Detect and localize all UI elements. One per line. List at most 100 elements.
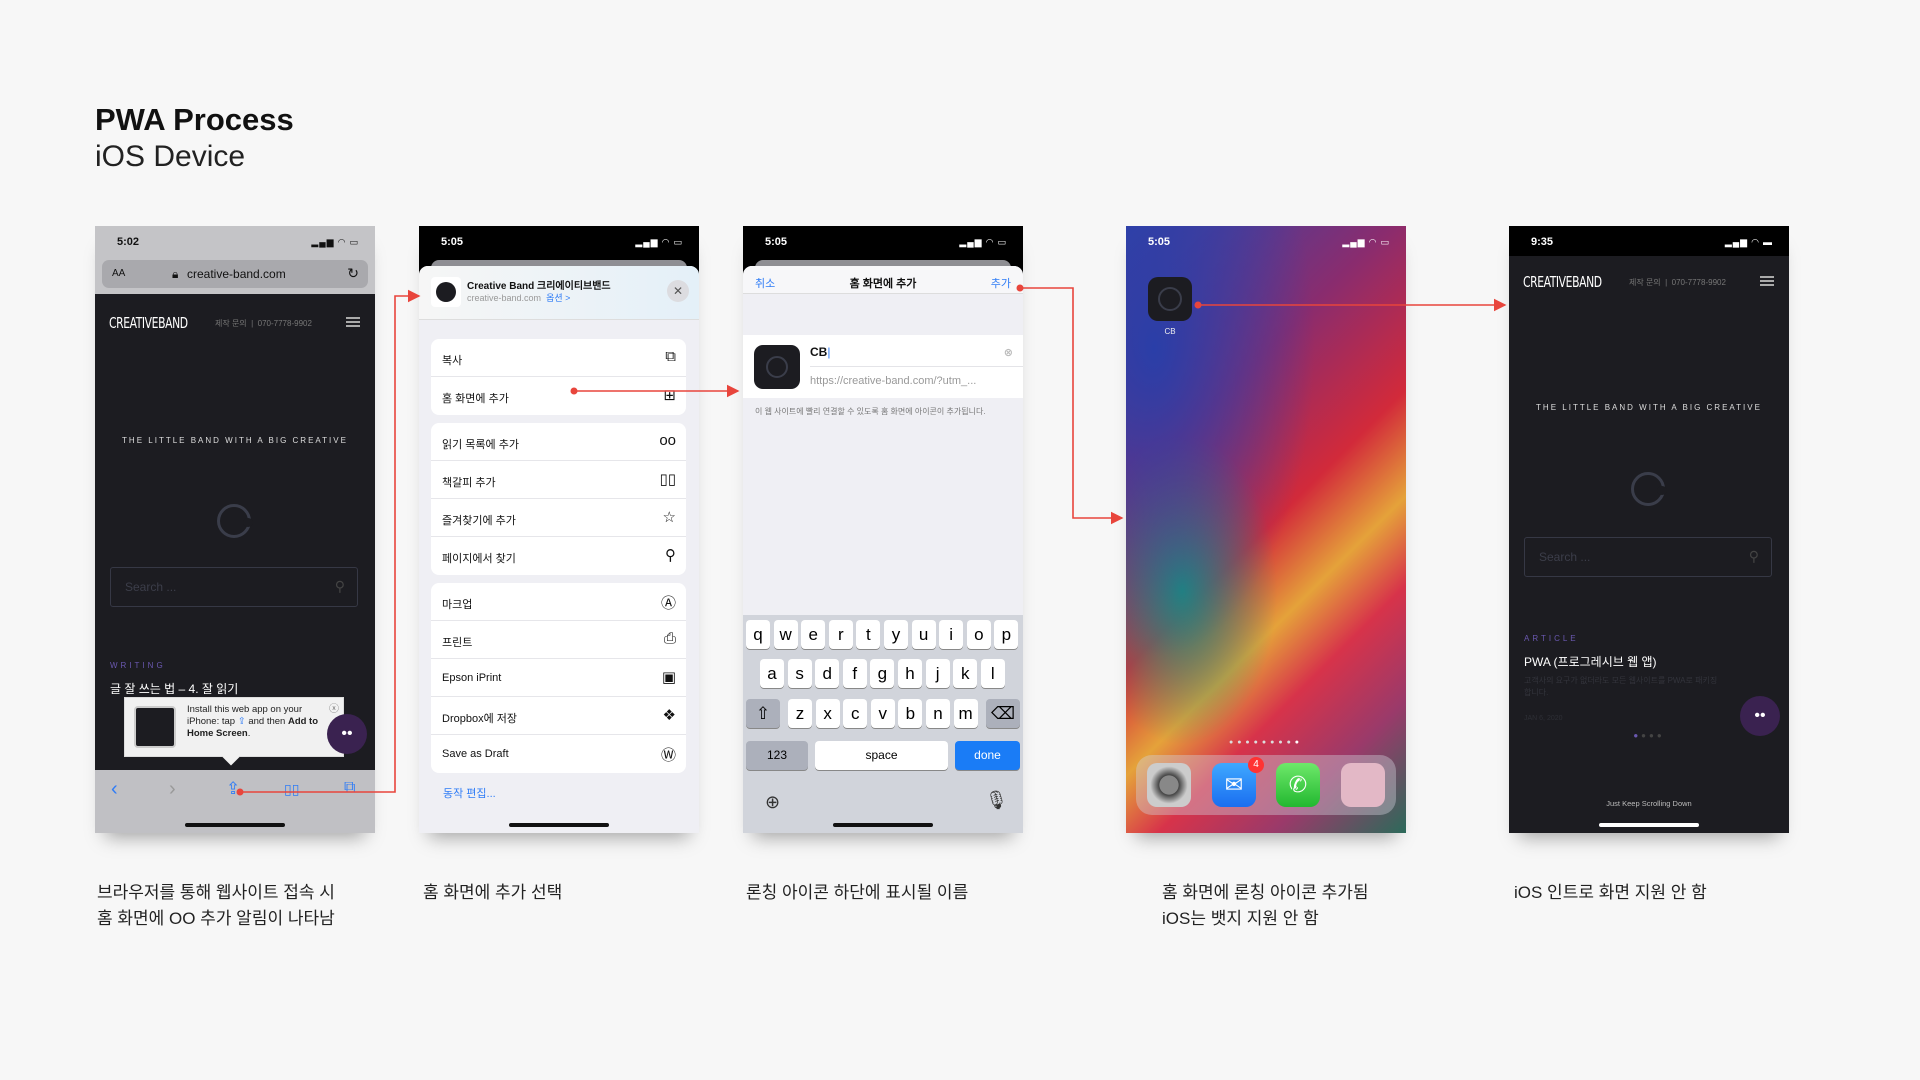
share-action-group: 복사 ⧉ 홈 화면에 추가 ⊞ — [431, 339, 686, 415]
key-w[interactable]: w — [773, 620, 798, 649]
edit-actions-link[interactable]: 동작 편집... — [443, 785, 496, 801]
key-k[interactable]: k — [953, 659, 978, 688]
tabs-icon[interactable]: ⧉ — [344, 779, 355, 797]
microphone-icon[interactable]: 🎙︎ — [985, 790, 1008, 811]
menu-icon[interactable] — [346, 317, 360, 327]
key-l[interactable]: l — [980, 659, 1005, 688]
tagline: THE LITTLE BAND WITH A BIG CREATIVE — [122, 436, 348, 445]
menu-icon[interactable] — [1760, 276, 1774, 286]
share-action-label: Epson iPrint — [442, 672, 502, 684]
key-i[interactable]: i — [939, 620, 964, 649]
site-logo[interactable]: CREATIVEBAND — [109, 314, 188, 332]
share-action-item[interactable]: 페이지에서 찾기 ⚲ — [431, 537, 686, 575]
caption-step-2: 홈 화면에 추가 선택 — [423, 883, 563, 902]
reload-icon[interactable]: ↻ — [347, 265, 359, 282]
add-button[interactable]: 추가 — [991, 275, 1011, 291]
install-instructions: Install this web app on your iPhone: tap… — [187, 704, 319, 739]
key-z[interactable]: z — [788, 699, 812, 728]
globe-icon[interactable]: ⊕ — [765, 792, 780, 813]
search-icon: ⚲ — [1748, 548, 1759, 564]
share-action-label: 홈 화면에 추가 — [442, 393, 509, 405]
close-icon[interactable]: ⓧ — [329, 700, 339, 715]
tagline: THE LITTLE BAND WITH A BIG CREATIVE — [1536, 403, 1762, 412]
key-x[interactable]: x — [815, 699, 840, 728]
keyboard: q w e r t y u i o p a s d f g h j k l ⇧ z x c v b n m ⌫ 123 space done — [743, 615, 1023, 833]
delete-key[interactable]: ⌫ — [986, 699, 1020, 728]
share-icon[interactable]: ⇪ — [226, 779, 240, 799]
key-h[interactable]: h — [898, 659, 922, 688]
key-p[interactable]: p — [994, 620, 1019, 649]
close-button[interactable]: ✕ — [667, 280, 689, 302]
share-action-label: 읽기 목록에 추가 — [442, 439, 519, 451]
search-input[interactable]: Search ... ⚲ — [110, 567, 358, 607]
page-title: PWA Process — [95, 102, 294, 137]
share-sheet: Creative Band 크리에이티브밴드 creative-band.com… — [419, 266, 699, 833]
key-c[interactable]: c — [843, 699, 868, 728]
share-action-label: Save as Draft — [442, 748, 509, 760]
key-m[interactable]: m — [953, 699, 978, 728]
dropbox-icon: ❖ — [662, 707, 676, 724]
page-dots[interactable]: ●●●●●●●●● — [1126, 739, 1406, 746]
key-v[interactable]: v — [870, 699, 895, 728]
carousel-dots[interactable]: ●●●● — [1509, 731, 1789, 740]
epson-icon: ▣ — [661, 669, 676, 686]
inquiry-link[interactable]: 제작 문의 — [1629, 278, 1661, 287]
book-icon: ▯▯ — [659, 471, 676, 488]
post-title[interactable]: PWA (프로그레시브 웹 앱) — [1524, 653, 1657, 670]
nav-title: 홈 화면에 추가 — [849, 278, 917, 290]
key-a[interactable]: a — [760, 659, 784, 688]
forward-icon[interactable]: › — [169, 778, 176, 801]
key-y[interactable]: y — [884, 620, 908, 649]
share-action-item[interactable]: 읽기 목록에 추가 oo — [431, 423, 686, 461]
page-subtitle: iOS Device — [95, 140, 246, 173]
share-action-item[interactable]: 홈 화면에 추가 ⊞ — [431, 377, 686, 415]
share-action-item[interactable]: Dropbox에 저장 ❖ — [431, 697, 686, 735]
key-b[interactable]: b — [898, 699, 923, 728]
key-s[interactable]: s — [787, 659, 812, 688]
add-square-icon: ⊞ — [663, 387, 676, 404]
key-r[interactable]: r — [828, 620, 853, 649]
search-icon: ⚲ — [334, 578, 345, 594]
key-t[interactable]: t — [856, 620, 881, 649]
text-size-button[interactable]: AA — [112, 268, 125, 279]
clear-icon[interactable]: ⊗ — [1004, 346, 1013, 359]
search-input[interactable]: Search ... ⚲ — [1524, 537, 1772, 577]
space-key[interactable]: space — [815, 741, 948, 770]
phone-icon[interactable]: ✆ — [1276, 763, 1320, 807]
share-action-label: 복사 — [442, 355, 463, 367]
key-n[interactable]: n — [926, 699, 950, 728]
folder-icon[interactable] — [1341, 763, 1385, 807]
post-title[interactable]: 글 잘 쓰는 법 – 4. 잘 읽기 — [110, 680, 238, 697]
key-f[interactable]: f — [842, 659, 867, 688]
share-action-item[interactable]: 즐겨찾기에 추가 ☆ — [431, 499, 686, 537]
chat-button[interactable]: •• — [327, 714, 367, 754]
numbers-key[interactable]: 123 — [746, 741, 808, 770]
chat-button[interactable]: •• — [1740, 696, 1780, 736]
back-icon[interactable]: ‹ — [111, 778, 118, 801]
share-action-item[interactable]: 책갈피 추가 ▯▯ — [431, 461, 686, 499]
key-o[interactable]: o — [966, 620, 991, 649]
key-g[interactable]: g — [870, 659, 895, 688]
shift-key[interactable]: ⇧ — [746, 699, 780, 728]
options-link[interactable]: 옵션 > — [546, 293, 570, 303]
key-e[interactable]: e — [801, 620, 826, 649]
print-icon: ⎙ — [663, 630, 676, 647]
site-logo[interactable]: CREATIVEBAND — [1523, 273, 1602, 291]
inquiry-link[interactable]: 제작 문의 — [215, 319, 247, 328]
share-action-item[interactable]: 복사 ⧉ — [431, 339, 686, 377]
share-action-item[interactable]: Save as Draft Ⓦ — [431, 735, 686, 773]
address-bar[interactable]: AA 🔒︎ creative-band.com ↻ — [102, 260, 368, 288]
settings-icon[interactable] — [1147, 763, 1191, 807]
key-j[interactable]: j — [925, 659, 950, 688]
share-action-item[interactable]: 프린트 ⎙ — [431, 621, 686, 659]
key-q[interactable]: q — [746, 620, 770, 649]
key-d[interactable]: d — [815, 659, 840, 688]
status-bar: 5:02 ▂▄▆ ◠ ▭ — [95, 226, 375, 256]
cb-app-icon[interactable] — [1148, 277, 1192, 321]
name-input[interactable]: CB| ⊗ — [810, 345, 1023, 367]
bookmarks-icon[interactable]: ▯▯ — [284, 781, 299, 798]
key-u[interactable]: u — [911, 620, 936, 649]
share-action-item[interactable]: 마크업 Ⓐ — [431, 583, 686, 621]
share-action-item[interactable]: Epson iPrint ▣ — [431, 659, 686, 697]
done-key[interactable]: done — [955, 741, 1020, 770]
